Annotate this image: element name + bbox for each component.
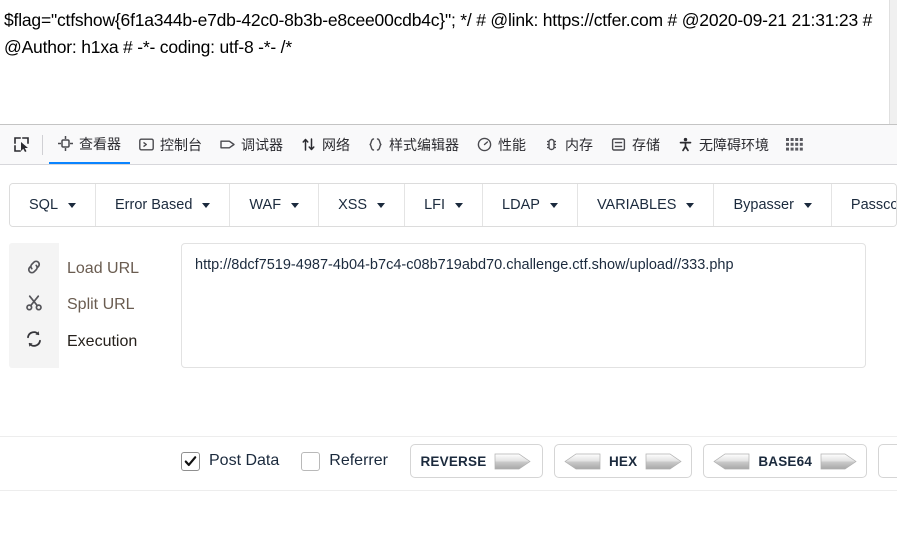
chevron-down-icon <box>549 202 558 208</box>
tab-debugger[interactable]: 调试器 <box>211 126 292 164</box>
tab-style-editor-label: 样式编辑器 <box>389 136 459 153</box>
tab-inspector-label: 查看器 <box>79 135 121 152</box>
hackbar-options-row: Post Data Referrer REVERSE HEX BASE64 <box>181 443 897 479</box>
chevron-down-icon <box>68 202 77 208</box>
chevron-down-icon <box>377 202 386 208</box>
arrow-right-icon <box>645 453 682 469</box>
tab-debugger-label: 调试器 <box>241 136 283 153</box>
scissors-icon[interactable] <box>24 293 44 318</box>
tab-network-label: 网络 <box>322 136 350 153</box>
execution-button[interactable]: Execution <box>67 332 172 352</box>
chevron-down-icon <box>686 202 695 208</box>
grid-apps-icon[interactable] <box>778 137 811 152</box>
options-divider-bottom <box>0 490 897 491</box>
split-url-button[interactable]: Split URL <box>67 295 172 315</box>
menu-ldap[interactable]: LDAP <box>483 184 578 226</box>
menu-waf-label: WAF <box>249 197 282 213</box>
style-editor-icon <box>368 137 383 152</box>
tab-console-label: 控制台 <box>160 136 202 153</box>
tab-memory[interactable]: 内存 <box>535 126 602 164</box>
page-vertical-scrollbar[interactable] <box>889 0 897 124</box>
post-data-checkbox[interactable] <box>181 451 200 471</box>
performance-icon <box>477 137 492 152</box>
menu-bypasser[interactable]: Bypasser <box>714 184 832 226</box>
menu-waf[interactable]: WAF <box>230 184 320 226</box>
tab-storage-label: 存储 <box>632 136 660 153</box>
next-encoder-button[interactable] <box>878 444 897 478</box>
menu-lfi[interactable]: LFI <box>405 184 484 226</box>
tab-network[interactable]: 网络 <box>292 126 359 164</box>
hex-encoder-label: HEX <box>608 453 638 469</box>
arrow-left-icon <box>564 453 601 469</box>
options-divider-top <box>0 436 897 437</box>
toolbar-divider <box>42 134 43 155</box>
hackbar-actions: Load URL Split URL Execution <box>9 243 172 368</box>
hackbar-panel: SQL Error Based WAF XSS LFI LDAP VARIABL… <box>0 165 897 548</box>
menu-ldap-label: LDAP <box>502 197 540 213</box>
url-input[interactable]: http://8dcf7519-4987-4b04-b7c4-c08b719ab… <box>181 243 866 368</box>
tab-storage[interactable]: 存储 <box>602 126 669 164</box>
devtools-panel: 查看器 控制台 调试器 网络 样式编辑器 性能 内存 存储 无障碍环境 SQL … <box>0 124 897 548</box>
chevron-down-icon <box>291 202 300 208</box>
base64-encoder-label: BASE64 <box>758 453 813 469</box>
refresh-sync-icon[interactable] <box>24 329 44 354</box>
element-picker-icon[interactable] <box>6 132 36 158</box>
flag-output-text: $flag="ctfshow{6f1a344b-e7db-42c0-8b3b-e… <box>4 10 877 57</box>
action-icon-column <box>9 243 59 368</box>
network-icon <box>301 137 316 152</box>
menu-variables[interactable]: VARIABLES <box>577 184 715 226</box>
chevron-down-icon <box>803 202 812 208</box>
menu-variables-label: VARIABLES <box>596 197 677 213</box>
load-url-button[interactable]: Load URL <box>67 259 172 279</box>
debugger-icon <box>220 137 235 152</box>
tab-performance-label: 性能 <box>498 136 526 153</box>
link-chain-icon[interactable] <box>24 257 44 282</box>
page-content-area: $flag="ctfshow{6f1a344b-e7db-42c0-8b3b-e… <box>0 0 889 124</box>
accessibility-icon <box>678 137 693 152</box>
menu-error-based[interactable]: Error Based <box>96 184 231 226</box>
menu-xss-label: XSS <box>338 197 368 213</box>
arrow-right-icon <box>820 453 857 469</box>
base64-encoder-button[interactable]: BASE64 <box>703 444 868 478</box>
menu-passcode-label: Passcode <box>850 197 897 213</box>
inspector-icon <box>58 136 73 151</box>
menu-passcode[interactable]: Passcode <box>831 184 897 226</box>
arrow-right-icon <box>495 453 532 469</box>
menu-error-based-label: Error Based <box>115 197 193 213</box>
tab-console[interactable]: 控制台 <box>130 126 211 164</box>
tab-accessibility[interactable]: 无障碍环境 <box>669 126 778 164</box>
tab-memory-label: 内存 <box>565 136 593 153</box>
action-label-column: Load URL Split URL Execution <box>59 243 172 368</box>
menu-lfi-label: LFI <box>424 197 446 213</box>
console-icon <box>139 137 154 152</box>
reverse-encoder-label: REVERSE <box>420 453 487 469</box>
browser-window: $flag="ctfshow{6f1a344b-e7db-42c0-8b3b-e… <box>0 0 897 548</box>
tab-performance[interactable]: 性能 <box>468 126 535 164</box>
storage-icon <box>611 137 626 152</box>
arrow-left-icon <box>713 453 750 469</box>
tab-inspector[interactable]: 查看器 <box>49 126 130 164</box>
menu-sql[interactable]: SQL <box>10 184 97 226</box>
hex-encoder-button[interactable]: HEX <box>553 444 693 478</box>
menu-bypasser-label: Bypasser <box>733 197 794 213</box>
chevron-down-icon <box>455 202 464 208</box>
hackbar-menu-bar: SQL Error Based WAF XSS LFI LDAP VARIABL… <box>9 183 897 227</box>
tab-accessibility-label: 无障碍环境 <box>699 136 769 153</box>
tab-style-editor[interactable]: 样式编辑器 <box>359 126 468 164</box>
devtools-toolbar: 查看器 控制台 调试器 网络 样式编辑器 性能 内存 存储 无障碍环境 <box>0 125 897 165</box>
post-data-checkbox-label: Post Data <box>209 452 280 469</box>
chevron-down-icon <box>202 202 211 208</box>
menu-xss[interactable]: XSS <box>319 184 406 226</box>
referrer-checkbox-label: Referrer <box>329 452 388 469</box>
menu-sql-label: SQL <box>29 197 59 213</box>
memory-icon <box>544 137 559 152</box>
referrer-checkbox[interactable] <box>301 451 321 471</box>
reverse-encoder-button[interactable]: REVERSE <box>409 444 543 478</box>
